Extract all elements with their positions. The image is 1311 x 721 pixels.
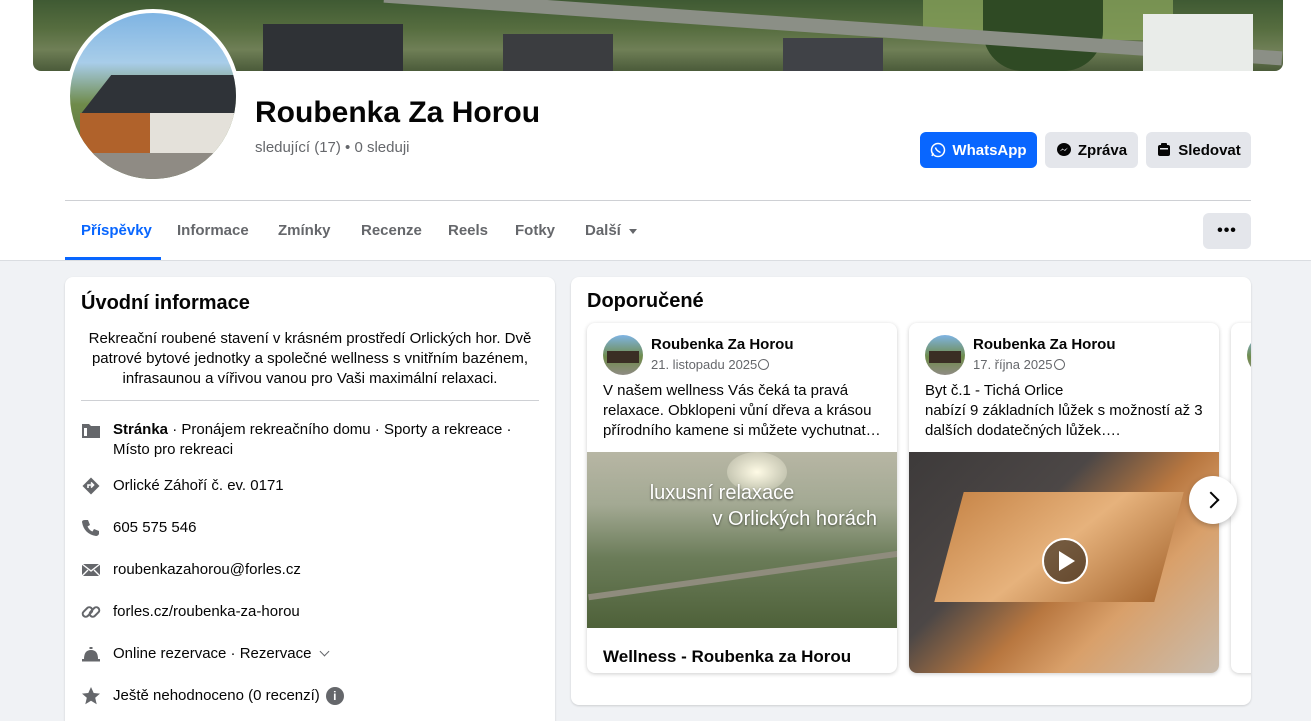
tab-reviews[interactable]: Recenze [361,222,422,239]
profile-avatar[interactable] [66,9,240,183]
whatsapp-button[interactable]: WhatsApp [920,132,1037,168]
tab-about[interactable]: Informace [177,222,249,239]
post-text-line2: nabízí 9 základních lůžek s možností až … [925,402,1203,439]
messenger-icon [1056,143,1071,156]
tab-reels[interactable]: Reels [448,222,488,239]
info-icon[interactable]: i [325,687,344,706]
service-bell-icon [82,647,100,662]
follow-icon [1158,143,1171,156]
tab-more[interactable]: Další [585,222,637,239]
post-author-avatar[interactable] [925,335,965,375]
post-author-avatar[interactable] [603,335,643,375]
chevron-right-icon[interactable] [1189,476,1237,524]
whatsapp-icon [931,142,946,158]
post-link-title[interactable]: Wellness - Roubenka za Horou [603,647,851,667]
category-label: Stránka [113,421,169,438]
intro-heading: Úvodní informace [81,292,250,314]
tab-more-label: Další [585,222,621,239]
chevron-down-icon[interactable] [319,646,330,657]
address-row[interactable]: Orlické Záhoří č. ev. 0171 [81,476,541,496]
followers-count[interactable]: sledující (17) • 0 sleduji [255,139,410,156]
tab-mentions[interactable]: Zmínky [278,222,331,239]
rating-row: Ještě nehodnoceno (0 recenzí) i [81,686,541,706]
intro-card: Úvodní informace Rekreační roubené stave… [65,277,555,721]
recommended-post[interactable]: Roubenka Za Horou 17. října 2025 Byt č.1… [909,323,1219,673]
more-options-button[interactable]: ••• [1203,213,1251,249]
caret-down-icon [628,228,637,234]
post-date[interactable]: 17. října 2025 [973,357,1065,372]
post-date-text: 21. listopadu 2025 [651,357,758,372]
page-flag-icon [82,424,100,438]
recommended-post[interactable]: Roubenka Za Horou 21. listopadu 2025 V n… [587,323,897,673]
post-author[interactable]: Roubenka Za Horou [651,336,794,353]
booking-row[interactable]: Online rezervace · Rezervace [81,644,541,664]
email-text: roubenkazahorou@forles.cz [113,561,301,578]
address-text: Orlické Záhoří č. ev. 0171 [113,477,284,494]
globe-icon [1053,359,1065,370]
message-button[interactable]: Zpráva [1045,132,1138,168]
media-caption-line1: luxusní relaxace [649,482,795,504]
email-icon [81,563,101,577]
post-media-video[interactable] [909,452,1219,673]
phone-row[interactable]: 605 575 546 [81,518,541,538]
phone-text: 605 575 546 [113,519,197,536]
category-text: · Pronájem rekreačního domu · Sporty a r… [113,421,512,458]
booking-text: Online rezervace · Rezervace [113,645,312,662]
globe-icon [758,359,770,370]
follow-label: Sledovat [1178,141,1241,159]
post-author[interactable]: Roubenka Za Horou [973,336,1116,353]
phone-icon [82,520,99,536]
intro-description: Rekreační roubené stavení v krásném pros… [88,330,532,387]
star-icon [82,687,100,705]
page-title: Roubenka Za Horou [255,96,541,129]
post-media-image[interactable]: luxusní relaxace v Orlických horách [587,452,897,628]
tabs-divider [65,200,1251,201]
message-label: Zpráva [1077,141,1128,159]
tab-posts[interactable]: Příspěvky [81,222,152,239]
rating-text: Ještě nehodnoceno (0 recenzí) [113,687,320,704]
media-caption-line2: v Orlických horách [712,508,878,530]
post-text: Byt č.1 - Tichá Orlice nabízí 9 základníc… [925,381,1205,441]
play-icon[interactable] [1042,538,1088,584]
website-row[interactable]: forles.cz/roubenka-za-horou [81,602,541,622]
recommended-heading: Doporučené [587,290,704,312]
post-text-line1: Byt č.1 - Tichá Orlice [925,382,1064,399]
link-icon [81,606,101,618]
whatsapp-label: WhatsApp [952,141,1027,159]
post-text: V našem wellness Vás čeká ta pravá relax… [603,382,881,439]
intro-divider [81,400,539,401]
active-tab-indicator [65,257,161,260]
directions-icon [82,477,100,495]
category-row: Stránka · Pronájem rekreačního domu · Sp… [81,420,541,460]
tab-photos[interactable]: Fotky [515,222,555,239]
email-row[interactable]: roubenkazahorou@forles.cz [81,560,541,580]
post-date[interactable]: 21. listopadu 2025 [651,357,770,372]
recommended-card: Doporučené Roubenka Za Horou 21. listopa… [571,277,1251,705]
website-text: forles.cz/roubenka-za-horou [113,603,300,620]
post-author-avatar [1247,335,1251,375]
post-date-text: 17. října 2025 [973,357,1053,372]
follow-button[interactable]: Sledovat [1146,132,1251,168]
